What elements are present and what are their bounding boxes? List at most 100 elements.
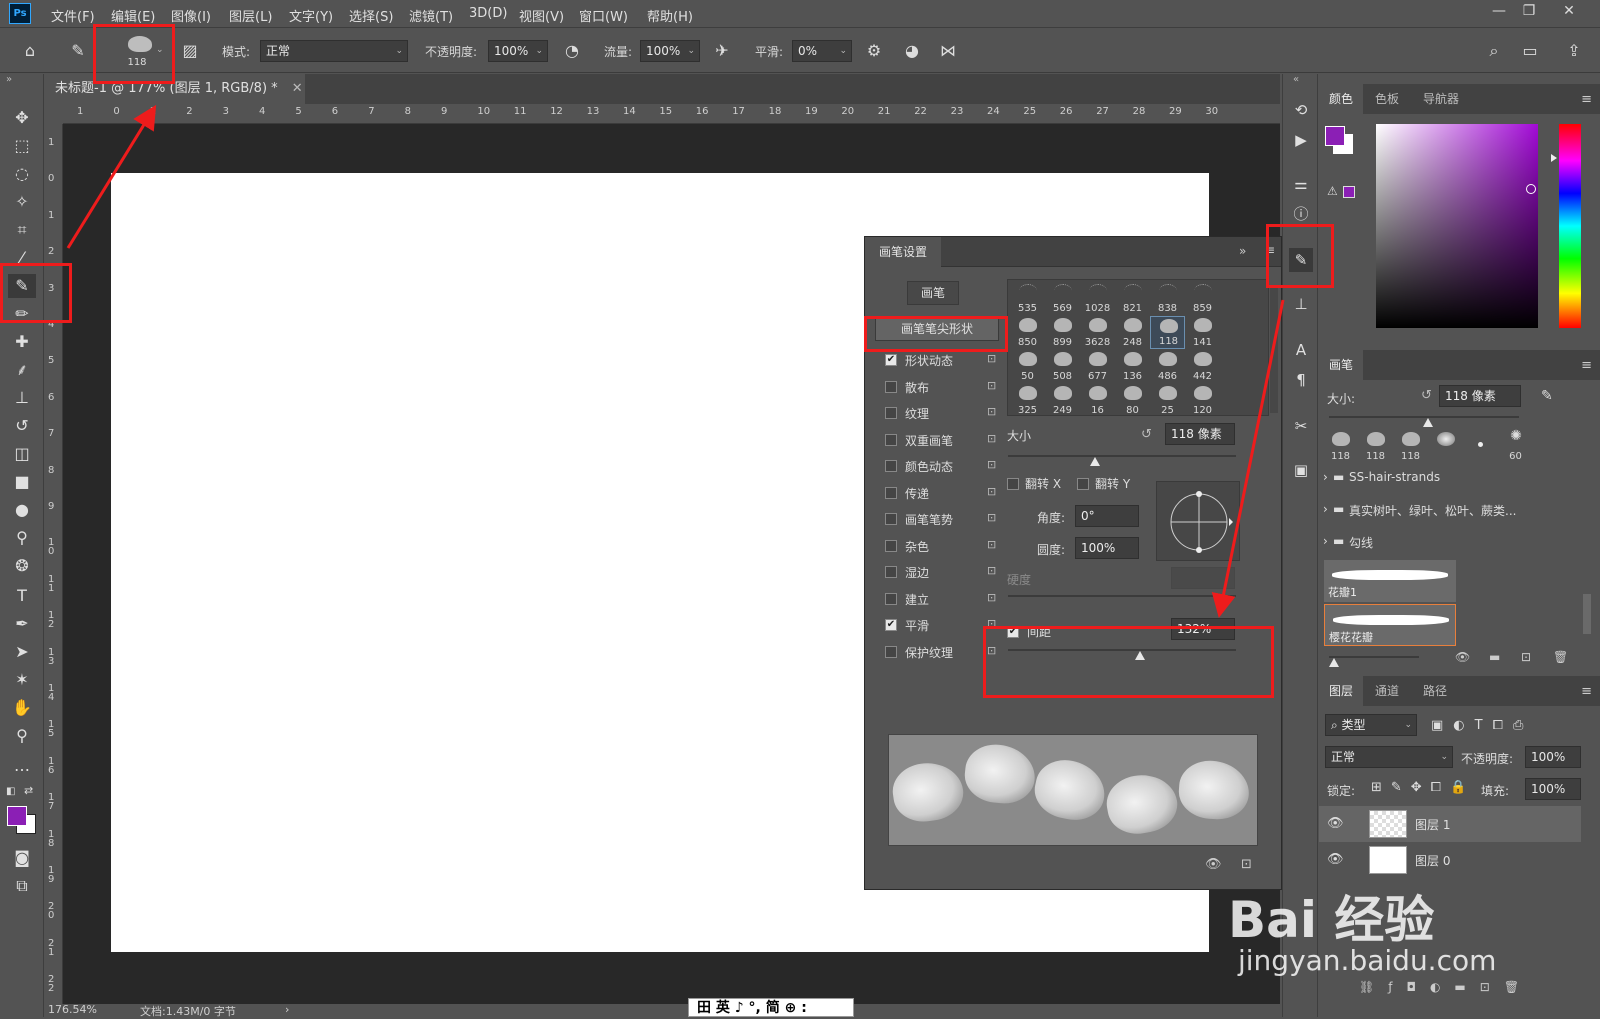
reset-size-icon[interactable]: ↺ — [1141, 427, 1152, 442]
angle-roundness-widget[interactable] — [1156, 481, 1240, 561]
brush-tip[interactable]: 25 — [1150, 384, 1185, 417]
pressure-size-icon[interactable]: ◕ — [900, 39, 924, 63]
blend-mode-select[interactable]: 正常 ⌄ — [1325, 746, 1453, 768]
spacing-slider-thumb[interactable] — [1135, 651, 1146, 660]
brush-preset[interactable] — [1428, 430, 1463, 463]
color-picker-field[interactable] — [1376, 124, 1538, 328]
menu-edit[interactable]: 编辑(E) — [111, 6, 155, 25]
brush-option-8[interactable]: 湿边 ⊡ — [885, 563, 996, 583]
thumbnail-size-slider[interactable] — [1329, 656, 1419, 658]
brush-settings-title[interactable]: 画笔设置 — [865, 237, 942, 267]
checkbox[interactable] — [885, 486, 897, 499]
dodge-tool-icon[interactable]: ⚲ — [8, 526, 36, 550]
size-slider-thumb[interactable] — [1089, 457, 1100, 466]
brush-tip[interactable]: 1028 — [1080, 282, 1115, 315]
lock-icon[interactable]: ⊡ — [987, 432, 996, 445]
menu-filter[interactable]: 滤镜(T) — [409, 6, 453, 25]
info-panel-icon[interactable]: ⓘ — [1289, 202, 1313, 226]
brush-tip[interactable]: 838 — [1150, 282, 1185, 315]
brush-option-2[interactable]: 纹理 ⊡ — [885, 404, 996, 424]
type-tool-icon[interactable]: T — [8, 584, 36, 608]
brush-tool-icon[interactable]: ✎ — [8, 274, 36, 298]
gamut-warning-icon[interactable]: ⚠ — [1327, 184, 1338, 198]
layer-name[interactable]: 图层 0 — [1415, 852, 1450, 869]
collapse-panel-icon[interactable]: » — [1239, 244, 1246, 258]
tab-swatches[interactable]: 色板 — [1365, 84, 1409, 114]
spacing-checkbox[interactable]: ✔ — [1007, 623, 1021, 641]
clone-source-panel-icon[interactable]: ⊥ — [1289, 292, 1313, 316]
lock-icon[interactable]: ⊡ — [987, 511, 996, 524]
zoom-tool-icon[interactable]: ⚲ — [8, 724, 36, 748]
zoom-level[interactable]: 176.54% — [48, 1003, 97, 1016]
brush-tip-shape-button[interactable]: 画笔笔尖形状 — [875, 317, 999, 341]
document-tab[interactable]: 未标题-1 @ 177% (图层 1, RGB/8) * ✕ — [45, 74, 305, 104]
brush-tip[interactable]: 486 — [1150, 350, 1185, 383]
properties-panel-icon[interactable]: ⚌ — [1289, 172, 1313, 196]
brush-tip[interactable]: 508 — [1045, 350, 1080, 383]
brush-option-9[interactable]: 建立 ⊡ — [885, 590, 996, 610]
eye-icon[interactable]: 👁 — [1327, 816, 1344, 831]
home-icon[interactable]: ⌂ — [18, 39, 42, 63]
brush-tool-preset-icon[interactable]: ✎ — [66, 39, 90, 63]
lasso-tool-icon[interactable]: ◌ — [8, 162, 36, 186]
brush-tip[interactable]: 80 — [1115, 384, 1150, 417]
history-panel-icon[interactable]: ⟲ — [1289, 98, 1313, 122]
layer-opacity-input[interactable]: 100% — [1525, 746, 1581, 768]
checkbox[interactable] — [885, 380, 897, 393]
brush-tip[interactable]: 535 — [1010, 282, 1045, 315]
brushes-size-input[interactable]: 118 像素 — [1439, 385, 1521, 407]
brush-tip[interactable]: 50 — [1010, 350, 1045, 383]
checkbox[interactable]: ✔ — [885, 619, 897, 631]
panel-menu-icon[interactable]: ≡ — [1581, 92, 1592, 107]
checkbox[interactable] — [885, 566, 897, 578]
checkbox[interactable] — [885, 460, 897, 472]
share-icon[interactable]: ⇪ — [1562, 39, 1586, 63]
new-brush-icon[interactable]: ⊡ — [1241, 857, 1252, 872]
gear-icon[interactable]: ⚙ — [862, 39, 886, 63]
toggle-preview-icon[interactable]: 👁 — [1205, 857, 1222, 872]
brush-item-petal-1[interactable]: 花瓣1 — [1324, 560, 1456, 602]
hue-slider[interactable] — [1559, 124, 1581, 328]
new-group-icon[interactable]: ▬ — [1489, 650, 1500, 664]
opacity-input[interactable]: 100% ⌄ — [488, 40, 548, 62]
trash-icon[interactable]: 🗑 — [1553, 650, 1568, 664]
brush-tip[interactable]: 677 — [1080, 350, 1115, 383]
brush-preset-picker[interactable]: 118 ⌄ — [120, 33, 164, 71]
menu-window[interactable]: 窗口(W) — [579, 6, 628, 25]
menu-select[interactable]: 选择(S) — [349, 6, 393, 25]
brush-tip[interactable]: 850 — [1010, 316, 1045, 349]
tab-paths[interactable]: 路径 — [1413, 676, 1457, 706]
menu-3d[interactable]: 3D(D) — [469, 6, 507, 21]
spacing-slider-track[interactable] — [1008, 649, 1236, 651]
eraser-tool-icon[interactable]: ◫ — [8, 442, 36, 466]
foreground-color-swatch[interactable] — [7, 806, 27, 826]
brush-tip[interactable]: 325 — [1010, 384, 1045, 417]
brush-option-0[interactable]: ✔ 形状动态 ⊡ — [885, 351, 996, 371]
lock-icon[interactable]: ⊡ — [987, 405, 996, 418]
lock-icon[interactable]: ⊡ — [987, 538, 996, 551]
quick-select-tool-icon[interactable]: ✧ — [8, 190, 36, 214]
fill-input[interactable]: 100% — [1525, 778, 1581, 800]
checkbox[interactable] — [885, 407, 897, 419]
chevron-right-icon[interactable]: › — [285, 1003, 289, 1016]
brush-preset[interactable]: ✺ 60 — [1498, 428, 1533, 463]
screen-mode-icon[interactable]: ⧉ — [8, 874, 36, 898]
ime-toolbar[interactable]: 田 英 ♪ °, 简 ⊕ : — [688, 998, 854, 1017]
crop-tool-icon[interactable]: ⌗ — [8, 218, 36, 242]
tab-color[interactable]: 颜色 — [1319, 84, 1364, 114]
lock-icon[interactable]: ⊡ — [987, 485, 996, 498]
marquee-tool-icon[interactable]: ⬚ — [8, 134, 36, 158]
menu-file[interactable]: 文件(F) — [51, 6, 95, 25]
new-brush-icon[interactable]: ⊡ — [1521, 650, 1531, 664]
reset-size-icon[interactable]: ↺ — [1421, 388, 1432, 403]
color-picker-cursor[interactable] — [1526, 184, 1536, 194]
foreground-color-swatch[interactable] — [1325, 126, 1345, 146]
panel-menu-icon[interactable]: ≡ — [1581, 358, 1592, 373]
checkbox[interactable] — [885, 592, 897, 605]
eyedropper-tool-icon[interactable]: ⁄ — [8, 246, 36, 270]
brush-group-lines[interactable]: › ▬ 勾线 — [1319, 532, 1581, 562]
brush-preset[interactable]: 118 — [1393, 430, 1428, 463]
thumbnail-size-thumb[interactable] — [1329, 658, 1339, 667]
path-select-tool-icon[interactable]: ➤ — [8, 640, 36, 664]
checkbox[interactable] — [885, 539, 897, 552]
